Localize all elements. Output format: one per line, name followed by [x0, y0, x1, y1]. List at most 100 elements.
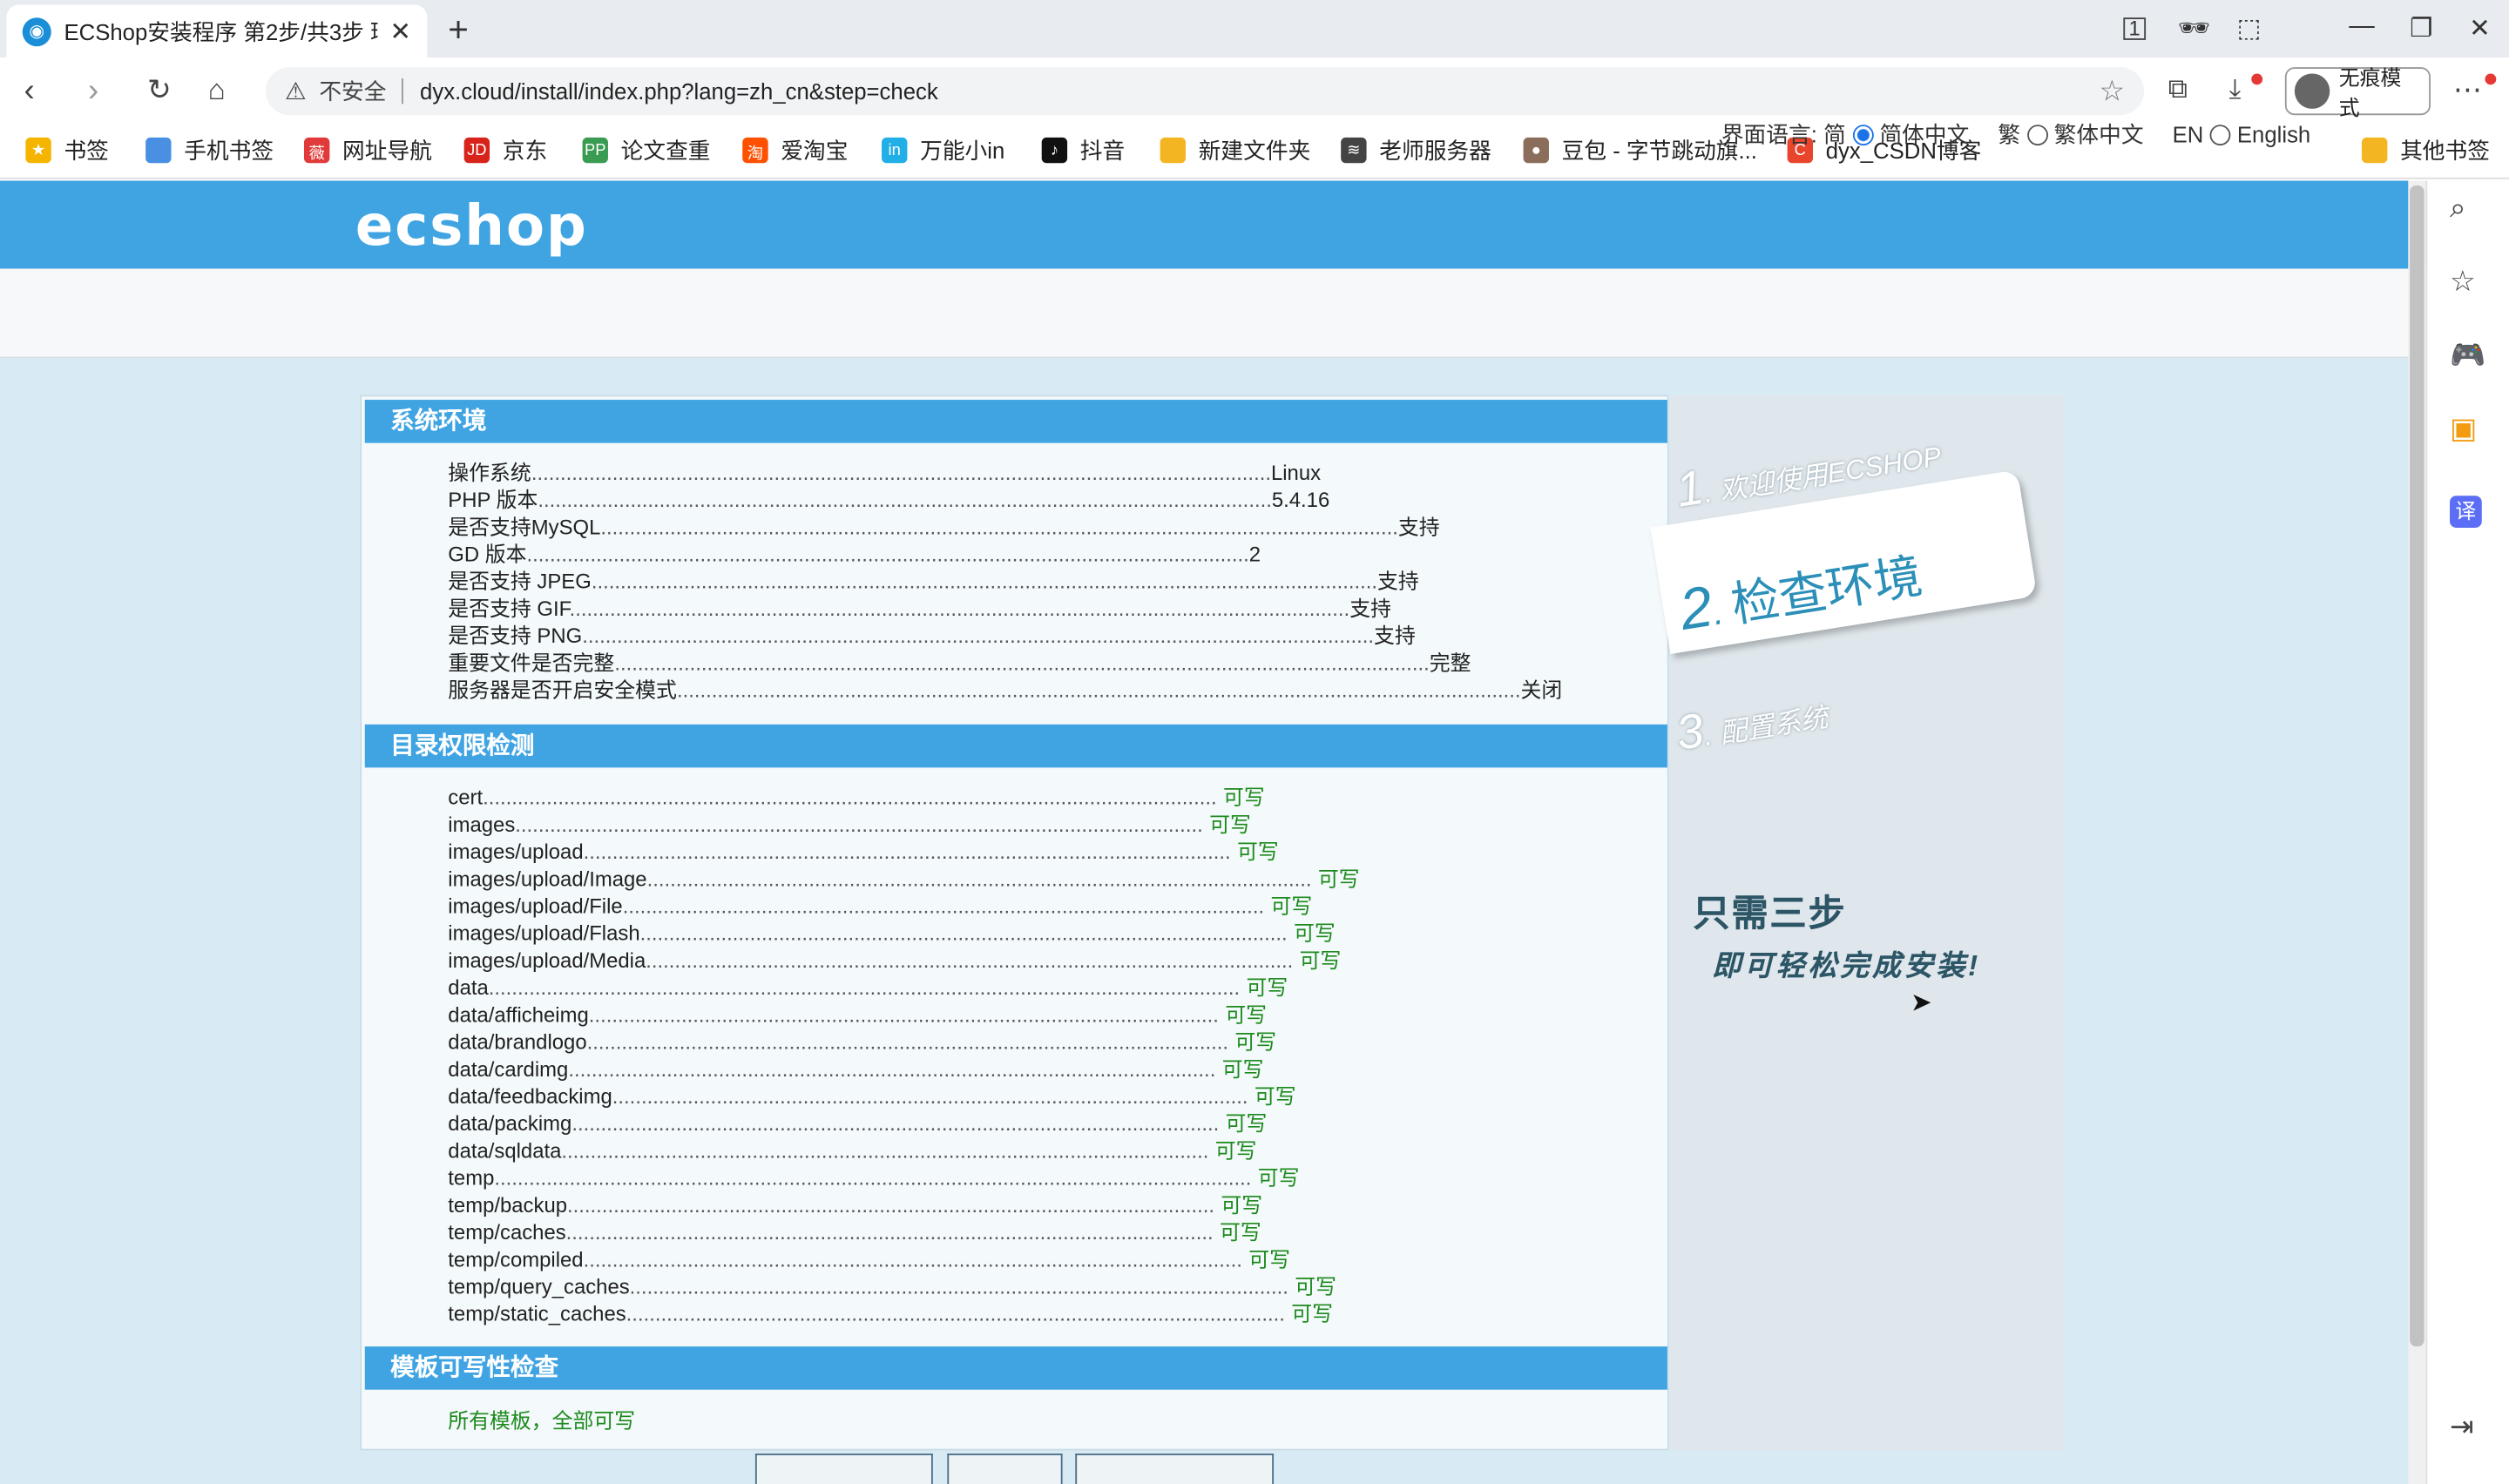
bookmark-label: 论文查重	[620, 137, 711, 164]
address-bar[interactable]: ⚠ 不安全 dyx.cloud/install/index.php?lang=z…	[265, 67, 2145, 116]
leader-dots: ........................................…	[571, 1111, 1220, 1136]
page-viewport: ecshop 系统环境 目录权限检测 模板可写性检查 所有模板，全部可写 操作系…	[0, 180, 2426, 1484]
minimize-icon[interactable]: —	[2349, 13, 2374, 42]
forward-icon[interactable]: ›	[88, 73, 98, 110]
translate-icon[interactable]: 译	[2450, 496, 2482, 528]
bookmark-label: 京东	[502, 137, 548, 164]
next-button[interactable]	[1075, 1454, 1275, 1484]
ecshop-logo: ecshop	[355, 195, 588, 260]
check-value: 支持	[1349, 596, 1391, 621]
bookmark-item[interactable]: ★ 书签	[25, 134, 109, 166]
collapse-sidebar-icon[interactable]: ⇥	[2450, 1411, 2474, 1445]
check-row: temp....................................…	[448, 1164, 1299, 1191]
recheck-button[interactable]	[947, 1454, 1063, 1484]
profile-label: 无痕模式	[2338, 65, 2402, 120]
check-value: 可写	[1270, 894, 1313, 918]
bookmark-item[interactable]: in 万能小in	[882, 134, 1004, 166]
tab-count-icon[interactable]: 1	[2123, 17, 2147, 40]
bookmark-item[interactable]: 淘爱淘宝	[742, 134, 848, 166]
leader-dots: ........................................…	[538, 488, 1272, 512]
bookmark-item[interactable]: JD 京东	[463, 134, 548, 166]
bookmark-item[interactable]: 薇网址导航	[303, 134, 432, 166]
check-row: data/packimg............................…	[448, 1110, 1267, 1137]
check-value: 可写	[1291, 1301, 1334, 1326]
restore-icon[interactable]: ❐	[2410, 13, 2432, 45]
section-system-env: 系统环境	[364, 400, 1667, 443]
nav-icon: 薇	[303, 137, 330, 164]
check-label: 是否支持MySQL	[448, 515, 601, 539]
other-bookmarks[interactable]: 其他书签	[2362, 134, 2490, 166]
extensions-icon[interactable]: ⧉	[2168, 73, 2188, 105]
side-rail	[2425, 180, 2509, 1484]
language-option-label[interactable]: English	[2237, 122, 2310, 147]
reload-icon[interactable]: ↻	[147, 73, 172, 107]
new-tab-button[interactable]: +	[448, 10, 469, 51]
favorites-icon[interactable]: ☆	[2450, 266, 2476, 300]
menu-icon[interactable]: ⋯	[2453, 73, 2482, 107]
leader-dots: ........................................…	[565, 1220, 1214, 1245]
check-row: 操作系统....................................…	[448, 459, 1321, 486]
check-panel: 系统环境 目录权限检测 模板可写性检查 所有模板，全部可写 操作系统......…	[360, 395, 1669, 1451]
window-close-icon[interactable]: ✕	[2469, 13, 2491, 45]
leader-dots: ........................................…	[612, 1083, 1248, 1109]
menu-dot	[2485, 73, 2497, 85]
check-label: data/cardimg	[448, 1056, 569, 1082]
game-icon[interactable]: 🎮	[2450, 339, 2485, 373]
check-label: images/upload/Media	[448, 948, 646, 973]
leader-dots: ........................................…	[646, 948, 1294, 973]
check-value: 可写	[1225, 1111, 1268, 1136]
bookmark-item[interactable]: ♪ 抖音	[1041, 134, 1125, 166]
close-icon[interactable]: ✕	[389, 15, 411, 47]
bookmark-item[interactable]: PP 论文查重	[582, 134, 711, 166]
check-row: 是否支持 GIF................................…	[448, 595, 1391, 622]
check-row: temp/static_caches......................…	[448, 1300, 1333, 1327]
bookmark-label: 老师服务器	[1379, 137, 1491, 164]
language-option-label[interactable]: 简体中文	[1879, 118, 1969, 151]
leader-dots: ........................................…	[629, 1274, 1288, 1299]
check-label: images/upload/Flash	[448, 921, 640, 946]
browser-tab[interactable]: ◉ ECShop安装程序 第2步/共3步 环 ✕	[6, 4, 428, 58]
url-text[interactable]: dyx.cloud/install/index.php?lang=zh_cn&s…	[420, 78, 938, 104]
section-template-check: 模板可写性检查	[364, 1346, 1667, 1390]
check-value: 关闭	[1520, 678, 1563, 703]
leader-dots: ........................................…	[614, 651, 1430, 675]
avatar	[2294, 73, 2330, 109]
profile-button[interactable]: 无痕模式	[2284, 65, 2431, 120]
language-bar	[0, 268, 2426, 359]
taobao-icon: 淘	[742, 137, 768, 164]
leader-dots: ........................................…	[568, 1056, 1216, 1082]
prev-button[interactable]	[754, 1454, 933, 1484]
extension-icon[interactable]: ⬚	[2237, 13, 2262, 45]
check-label: 是否支持 JPEG	[448, 569, 592, 594]
check-label: temp	[448, 1165, 495, 1191]
language-radio[interactable]	[2209, 124, 2231, 145]
language-radio[interactable]	[2026, 124, 2048, 145]
in-icon: in	[882, 137, 908, 164]
server-icon: ≋	[1341, 137, 1367, 164]
check-value: 可写	[1222, 785, 1265, 810]
warning-icon: ⚠	[284, 78, 307, 106]
leader-dots: ........................................…	[646, 867, 1312, 891]
language-radio[interactable]	[1852, 124, 1874, 145]
home-icon[interactable]: ⌂	[208, 73, 226, 107]
bookmark-item[interactable]: ≋ 老师服务器	[1341, 134, 1491, 166]
pp-icon: PP	[582, 137, 608, 164]
leader-dots: ........................................…	[494, 1165, 1252, 1191]
bookmark-item[interactable]: 手机书签	[145, 134, 274, 166]
check-row: images/upload/Flash.....................…	[448, 920, 1335, 947]
section-dir-perms: 目录权限检测	[364, 724, 1667, 768]
language-switcher: 界面语言: 简 简体中文 繁 繁体中文 EN English	[1721, 118, 2333, 151]
search-icon[interactable]: ⌕	[2450, 192, 2466, 226]
download-icon[interactable]: ⤓	[2229, 73, 2242, 105]
bookmark-star-icon[interactable]: ☆	[2100, 74, 2126, 108]
steps-sidebar: 1. 欢迎使用ECSHOP 2. 检查环境 3. 配置系统 只需三步 即可轻松完…	[1650, 395, 2065, 1451]
language-option-label[interactable]: 繁体中文	[2054, 118, 2144, 151]
check-row: data/feedbackimg........................…	[448, 1083, 1295, 1110]
check-row: data/brandlogo..........................…	[448, 1029, 1276, 1056]
check-value: 可写	[1257, 1165, 1300, 1191]
scrollbar-thumb[interactable]	[2410, 186, 2424, 1347]
bookmark-item[interactable]: 新建文件夹	[1160, 134, 1310, 166]
toolbox-icon[interactable]: ▣	[2450, 413, 2477, 447]
incognito-icon[interactable]: 🕶	[2178, 13, 2210, 45]
back-icon[interactable]: ‹	[24, 73, 35, 110]
